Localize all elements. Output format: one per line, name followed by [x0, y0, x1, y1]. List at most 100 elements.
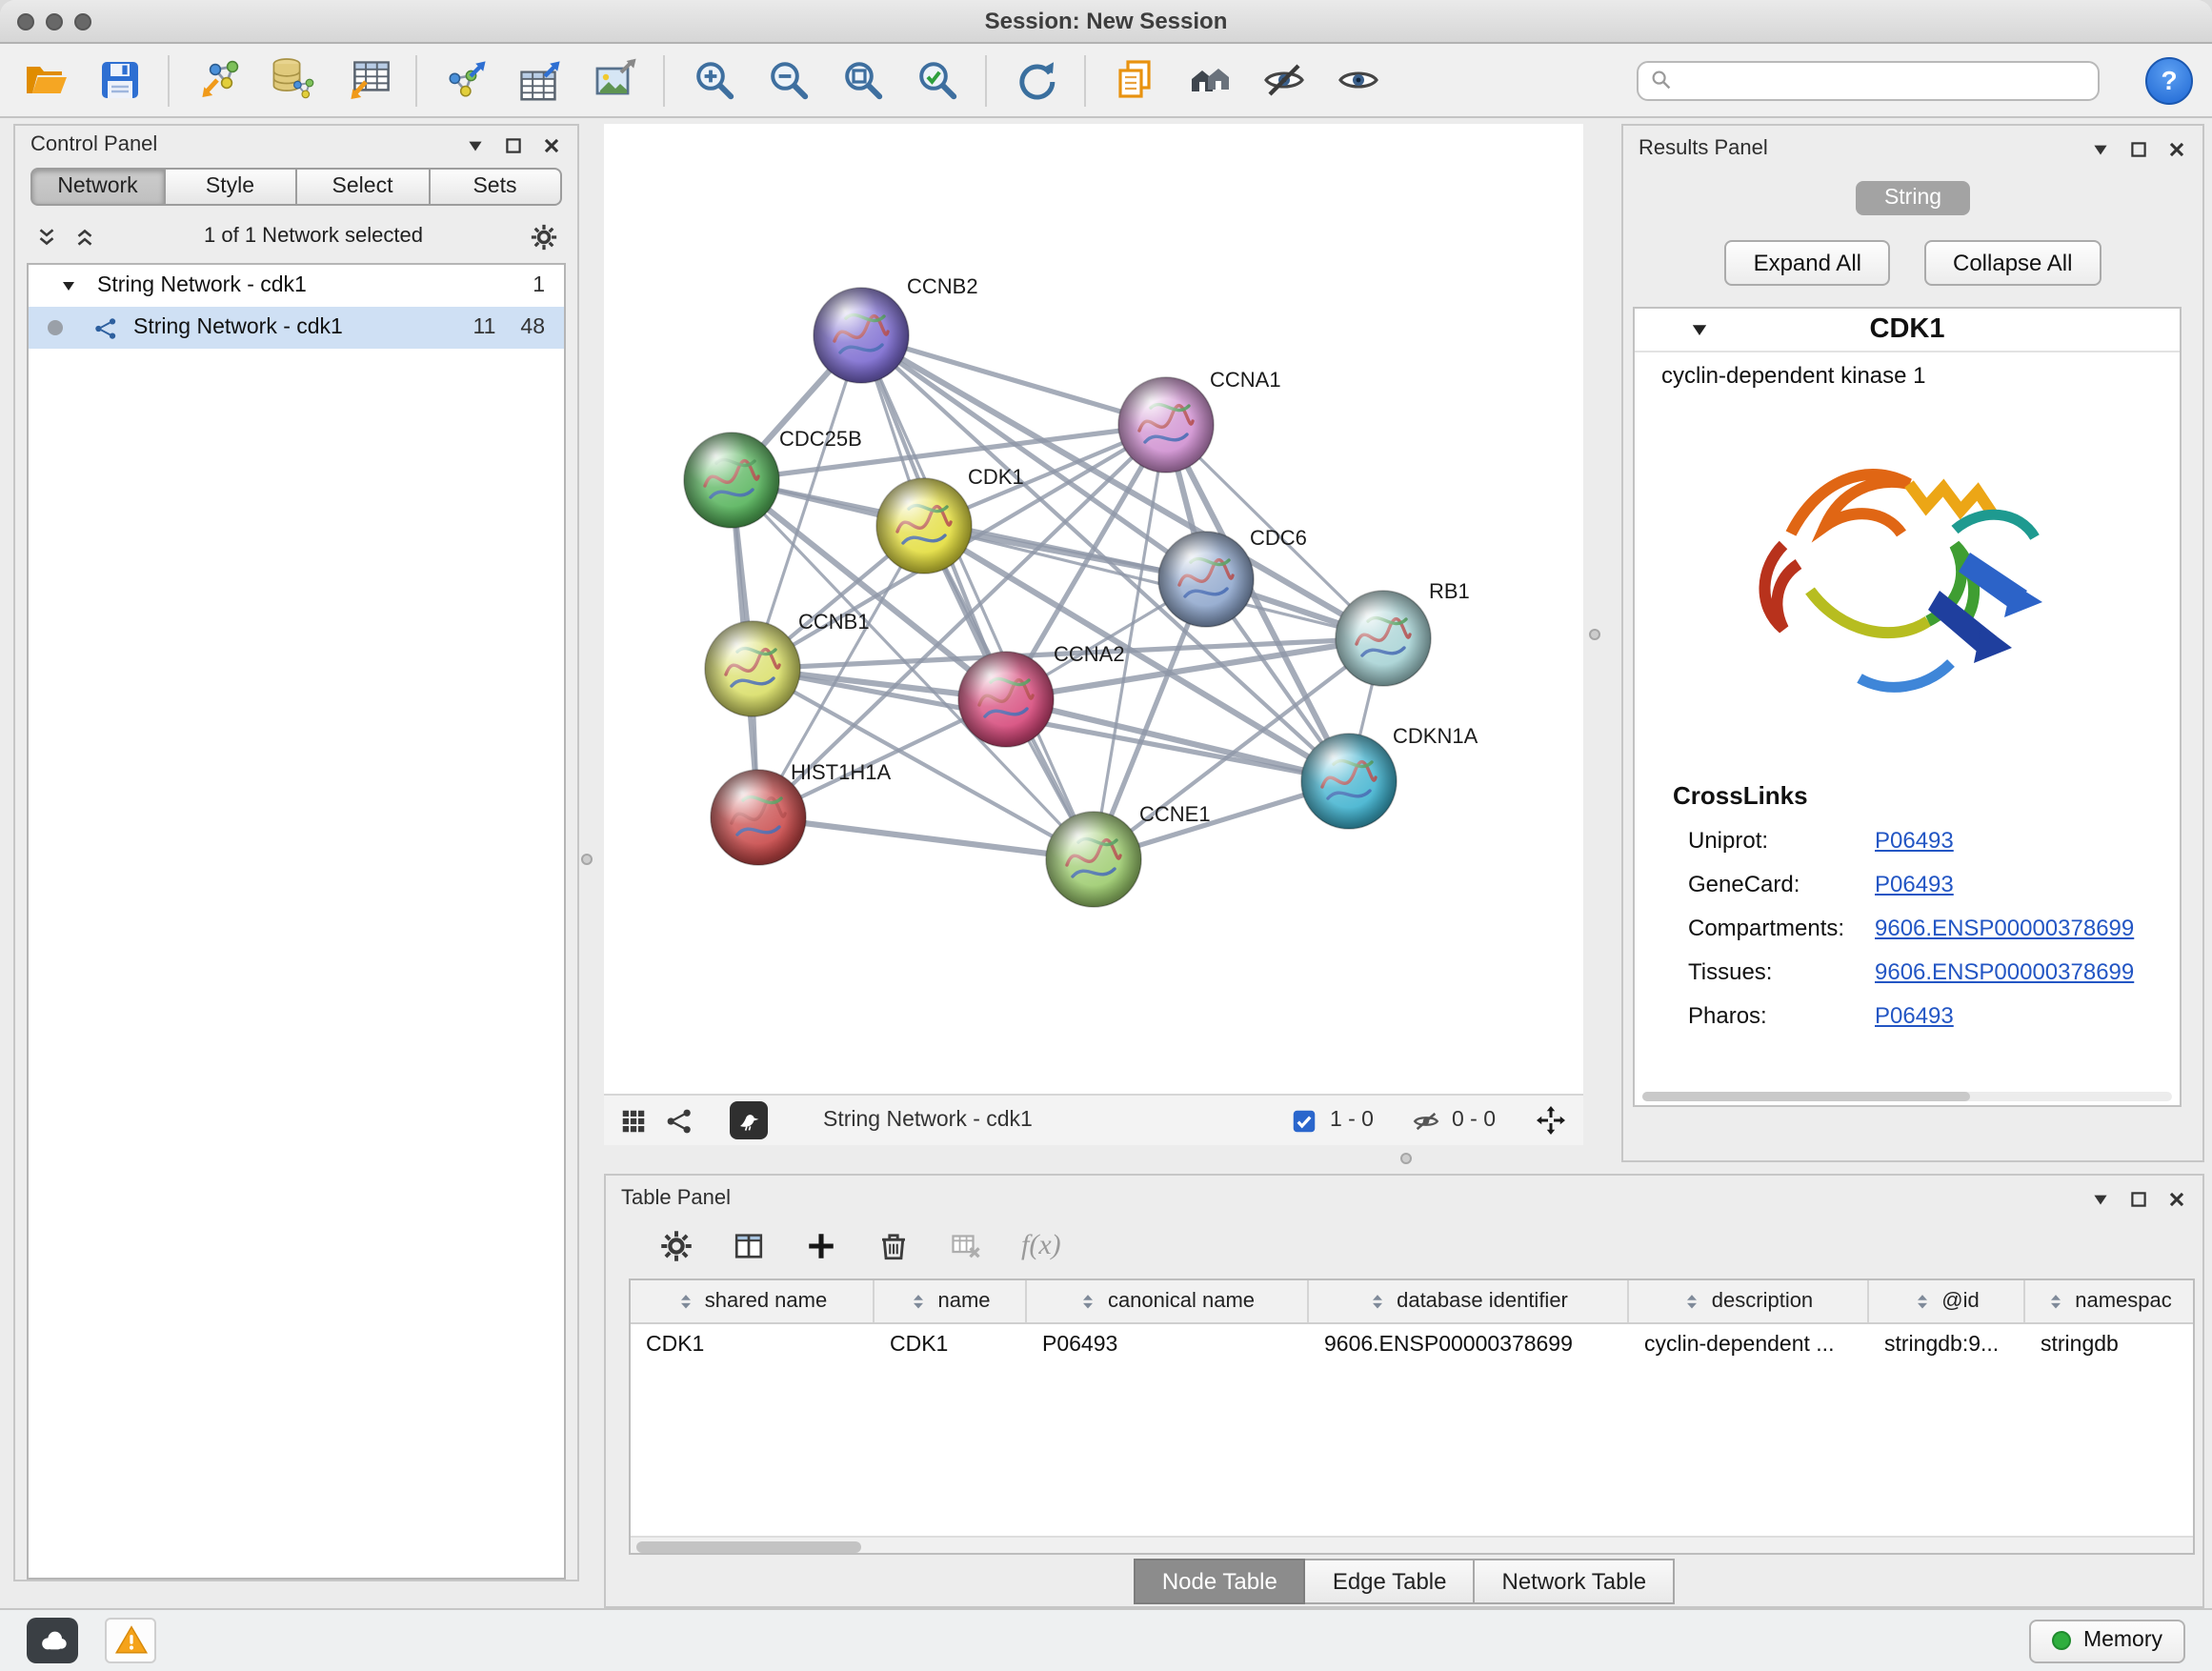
- zoom-out-button[interactable]: [762, 54, 814, 106]
- panel-menu-button[interactable]: [2090, 138, 2111, 159]
- splitter-handle[interactable]: [581, 854, 593, 865]
- function-builder-button[interactable]: f(x): [1021, 1230, 1061, 1262]
- crosslink-link-compartments[interactable]: 9606.ENSP00000378699: [1875, 915, 2134, 941]
- network-node-CCNA1[interactable]: [1118, 377, 1214, 473]
- birdseye-view-button[interactable]: [730, 1101, 768, 1139]
- zoom-in-button[interactable]: [688, 54, 739, 106]
- tab-node-table[interactable]: Node Table: [1134, 1558, 1306, 1603]
- minimize-window-button[interactable]: [46, 12, 63, 30]
- zoom-fit-button[interactable]: [836, 54, 888, 106]
- column-header-shared-name[interactable]: shared name: [631, 1280, 875, 1322]
- panel-menu-button[interactable]: [2090, 1188, 2111, 1209]
- warnings-button[interactable]: [105, 1618, 156, 1663]
- fit-content-button[interactable]: [1534, 1103, 1568, 1137]
- collapse-all-button[interactable]: Collapse All: [1924, 240, 2101, 286]
- crosslink-link-tissues[interactable]: 9606.ENSP00000378699: [1875, 958, 2134, 985]
- network-node-CCNE1[interactable]: [1046, 812, 1141, 907]
- network-edge-HIST1H1A-CCNE1[interactable]: [758, 817, 1094, 859]
- network-node-HIST1H1A[interactable]: [711, 770, 806, 865]
- network-tree-root[interactable]: String Network - cdk1 1: [29, 265, 564, 307]
- cell-id[interactable]: stringdb:9...: [1869, 1324, 2025, 1364]
- results-tab-string[interactable]: String: [1856, 181, 1970, 215]
- export-image-button[interactable]: [589, 54, 640, 106]
- cell-name[interactable]: CDK1: [875, 1324, 1027, 1364]
- panel-menu-button[interactable]: [465, 134, 486, 155]
- save-session-button[interactable]: [93, 54, 145, 106]
- column-header-canonical-name[interactable]: canonical name: [1027, 1280, 1309, 1322]
- grid-view-button[interactable]: [619, 1106, 648, 1135]
- network-node-RB1[interactable]: [1336, 591, 1431, 686]
- column-header-database-identifier[interactable]: database identifier: [1309, 1280, 1629, 1322]
- export-table-button[interactable]: [514, 54, 566, 106]
- network-node-CDC25B[interactable]: [684, 433, 779, 528]
- help-button[interactable]: ?: [2145, 56, 2193, 104]
- cell-canonical-name[interactable]: P06493: [1027, 1324, 1309, 1364]
- cloud-button[interactable]: [27, 1618, 78, 1663]
- memory-button[interactable]: Memory: [2030, 1619, 2185, 1662]
- cell-database-identifier[interactable]: 9606.ENSP00000378699: [1309, 1324, 1629, 1364]
- column-header-description[interactable]: description: [1629, 1280, 1869, 1322]
- network-overview-button[interactable]: [665, 1106, 694, 1135]
- create-column-button[interactable]: [804, 1229, 838, 1263]
- show-columns-button[interactable]: [732, 1229, 766, 1263]
- import-network-file-button[interactable]: [192, 54, 244, 106]
- cell-namespace[interactable]: stringdb: [2025, 1324, 2193, 1364]
- tab-network-table[interactable]: Network Table: [1476, 1558, 1676, 1603]
- open-session-button[interactable]: [19, 54, 70, 106]
- apply-layout-button[interactable]: [1010, 54, 1061, 106]
- gear-icon[interactable]: [530, 222, 558, 251]
- network-canvas[interactable]: CCNB2CCNA1CDC25BCDK1CDC6RB1CCNB1CCNA2CDK…: [604, 124, 1583, 1094]
- tab-style[interactable]: Style: [165, 168, 297, 206]
- panel-float-button[interactable]: [2128, 1188, 2149, 1209]
- gene-header[interactable]: CDK1: [1635, 309, 2180, 352]
- column-header-id[interactable]: @id: [1869, 1280, 2025, 1322]
- panel-float-button[interactable]: [503, 134, 524, 155]
- zoom-selected-button[interactable]: [911, 54, 962, 106]
- network-node-CDKN1A[interactable]: [1301, 734, 1397, 829]
- column-header-name[interactable]: name: [875, 1280, 1027, 1322]
- close-window-button[interactable]: [17, 12, 34, 30]
- crosslink-link-genecard[interactable]: P06493: [1875, 871, 1954, 897]
- cell-shared-name[interactable]: CDK1: [631, 1324, 875, 1364]
- crosslink-link-uniprot[interactable]: P06493: [1875, 827, 1954, 854]
- tree-expand-icon[interactable]: [59, 276, 78, 295]
- tab-edge-table[interactable]: Edge Table: [1306, 1558, 1476, 1603]
- panel-close-button[interactable]: [2166, 1188, 2187, 1209]
- expand-all-icon[interactable]: [72, 224, 97, 249]
- network-edge-CCNB2-CCNE1[interactable]: [861, 335, 1094, 859]
- table-settings-button[interactable]: [659, 1229, 694, 1263]
- import-network-database-button[interactable]: [267, 54, 318, 106]
- panel-float-button[interactable]: [2128, 138, 2149, 159]
- cell-description[interactable]: cyclin-dependent ...: [1629, 1324, 1869, 1364]
- network-node-CCNA2[interactable]: [958, 652, 1054, 747]
- column-header-namespace[interactable]: namespac: [2025, 1280, 2193, 1322]
- hide-selected-button[interactable]: [1257, 54, 1309, 106]
- table-row[interactable]: CDK1 CDK1 P06493 9606.ENSP00000378699 cy…: [631, 1324, 2193, 1364]
- maximize-window-button[interactable]: [74, 12, 91, 30]
- export-network-button[interactable]: [440, 54, 492, 106]
- tab-network[interactable]: Network: [30, 168, 165, 206]
- tab-sets[interactable]: Sets: [430, 168, 562, 206]
- import-table-file-button[interactable]: [341, 54, 392, 106]
- network-node-CCNB2[interactable]: [814, 288, 909, 383]
- splitter-handle[interactable]: [1400, 1153, 1412, 1164]
- collapse-entry-icon[interactable]: [1688, 318, 1711, 341]
- horizontal-scrollbar[interactable]: [1642, 1092, 2172, 1101]
- horizontal-scrollbar[interactable]: [631, 1536, 2193, 1553]
- documents-button[interactable]: [1109, 54, 1160, 106]
- panel-close-button[interactable]: [2166, 138, 2187, 159]
- panel-close-button[interactable]: [541, 134, 562, 155]
- collapse-all-icon[interactable]: [34, 224, 59, 249]
- network-node-CDK1[interactable]: [876, 478, 972, 574]
- network-node-CCNB1[interactable]: [705, 621, 800, 716]
- show-all-button[interactable]: [1332, 54, 1383, 106]
- expand-all-button[interactable]: Expand All: [1725, 240, 1890, 286]
- delete-column-button[interactable]: [876, 1229, 911, 1263]
- splitter-handle[interactable]: [1589, 629, 1600, 640]
- tab-select[interactable]: Select: [297, 168, 430, 206]
- network-node-CDC6[interactable]: [1158, 532, 1254, 627]
- network-tree-item-selected[interactable]: String Network - cdk1 11 48: [29, 307, 564, 349]
- search-input[interactable]: [1680, 69, 2086, 91]
- houses-button[interactable]: [1183, 54, 1235, 106]
- crosslink-link-pharos[interactable]: P06493: [1875, 1002, 1954, 1029]
